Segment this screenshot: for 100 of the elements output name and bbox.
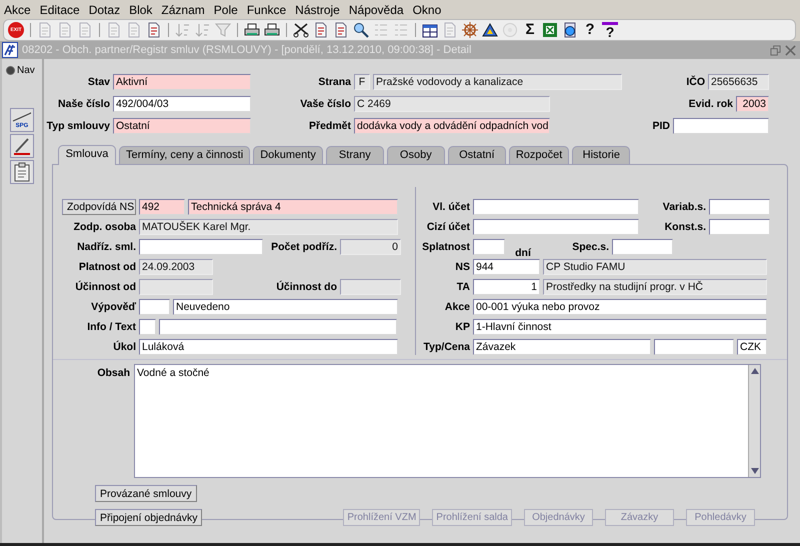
document-icon[interactable] bbox=[146, 22, 162, 38]
field-label: Spec.s. bbox=[571, 241, 609, 253]
input-field[interactable] bbox=[473, 219, 639, 235]
input-field[interactable]: 1-Hlavní činnost bbox=[473, 319, 767, 335]
scissors-icon[interactable] bbox=[293, 22, 309, 38]
text-area[interactable]: Vodné a stočné bbox=[134, 364, 761, 478]
menu-item[interactable]: Funkce bbox=[246, 2, 286, 16]
symbol-icon[interactable]: ? bbox=[582, 22, 598, 38]
globe-icon[interactable] bbox=[562, 22, 578, 38]
field-label: Účinnost od bbox=[74, 281, 136, 293]
field-label: Výpověď bbox=[90, 301, 136, 313]
menu-item[interactable]: Nápověda bbox=[348, 2, 404, 16]
input-field[interactable] bbox=[139, 239, 263, 255]
side-tool-button[interactable] bbox=[10, 160, 34, 184]
input-field[interactable]: MATOUŠEK Karel Mgr. bbox=[139, 219, 398, 235]
input-field[interactable] bbox=[139, 299, 170, 315]
search-icon[interactable] bbox=[353, 22, 369, 38]
input-field[interactable]: C 2469 bbox=[354, 96, 550, 112]
input-field[interactable]: Aktivní bbox=[113, 74, 251, 90]
tab[interactable]: Termíny, ceny a činnosti bbox=[119, 146, 250, 164]
input-field[interactable]: 0 bbox=[340, 239, 401, 255]
tab[interactable]: Rozpočet bbox=[508, 146, 570, 164]
tab[interactable]: Osoby bbox=[386, 146, 445, 164]
field-label: Splatnost bbox=[422, 241, 470, 253]
input-field[interactable] bbox=[473, 199, 639, 215]
menu-item[interactable]: Blok bbox=[129, 2, 152, 16]
triangle-icon[interactable] bbox=[482, 22, 498, 38]
menu-item[interactable]: Záznam bbox=[161, 2, 205, 16]
tab[interactable]: Historie bbox=[572, 146, 630, 164]
tab[interactable]: Ostatní bbox=[448, 146, 506, 164]
field-label: Úkol bbox=[112, 341, 136, 353]
scroll-down-icon[interactable] bbox=[750, 468, 758, 474]
input-field[interactable] bbox=[709, 219, 770, 235]
symbol-icon[interactable]: Σ bbox=[522, 22, 538, 38]
field-label: IČO bbox=[685, 76, 705, 88]
linked-contracts-button[interactable]: Provázané smlouvy bbox=[95, 485, 197, 502]
input-field[interactable]: Technická správa 4 bbox=[188, 199, 398, 215]
close-icon[interactable] bbox=[785, 44, 796, 56]
input-field[interactable]: 492/004/03 bbox=[113, 96, 251, 112]
side-tool-button[interactable] bbox=[10, 134, 34, 158]
menu-item[interactable]: Nástroje bbox=[295, 2, 340, 16]
wheel-icon[interactable] bbox=[462, 22, 478, 38]
input-field[interactable] bbox=[159, 319, 397, 335]
menu-item[interactable]: Dotaz bbox=[88, 2, 120, 16]
unit-label: dní bbox=[514, 247, 532, 259]
field-label: NS bbox=[454, 261, 470, 273]
input-field[interactable]: Luláková bbox=[139, 339, 398, 355]
input-field[interactable] bbox=[139, 279, 213, 295]
input-field[interactable] bbox=[654, 339, 734, 355]
input-field[interactable]: 25656635 bbox=[708, 74, 769, 90]
printer-icon[interactable] bbox=[264, 22, 280, 38]
tab[interactable]: Smlouva bbox=[58, 145, 116, 165]
radio-label: Nav bbox=[17, 65, 35, 76]
tab[interactable]: Dokumenty bbox=[253, 146, 323, 164]
input-field[interactable]: CP Studio FAMU bbox=[543, 259, 767, 275]
document-icon[interactable] bbox=[333, 22, 349, 38]
input-field[interactable] bbox=[709, 199, 770, 215]
input-field[interactable]: Pražské vodovody a kanalizace bbox=[373, 74, 622, 90]
input-field[interactable]: Závazek bbox=[473, 339, 651, 355]
tab[interactable]: Strany bbox=[326, 146, 384, 164]
input-field[interactable]: 2003 bbox=[736, 96, 769, 112]
input-field[interactable]: Prostředky na studijní progr. v HČ bbox=[543, 279, 767, 295]
input-field[interactable] bbox=[473, 239, 505, 255]
text-area-value: Vodné a stočné bbox=[136, 366, 210, 381]
scrollbar[interactable] bbox=[748, 365, 760, 477]
attach-orders-button[interactable]: Připojení objednávky bbox=[95, 509, 202, 526]
field-label: KP bbox=[454, 321, 470, 333]
menu-item[interactable]: Okno bbox=[412, 2, 442, 16]
document-icon[interactable] bbox=[313, 22, 329, 38]
input-field[interactable]: 944 bbox=[473, 259, 540, 275]
input-field[interactable]: dodávka vody a odvádění odpadních vod bbox=[354, 118, 550, 134]
input-field[interactable]: F bbox=[354, 74, 370, 90]
field-label: TA bbox=[456, 281, 470, 293]
menu-item[interactable]: Pole bbox=[214, 2, 238, 16]
input-field[interactable]: 00-001 výuka nebo provoz bbox=[473, 299, 767, 315]
menu-item[interactable]: Akce bbox=[4, 2, 31, 16]
input-field[interactable] bbox=[673, 118, 769, 134]
input-field[interactable]: 1 bbox=[473, 279, 540, 295]
input-field[interactable]: CZK bbox=[737, 339, 767, 355]
input-field[interactable]: 492 bbox=[139, 199, 185, 215]
zodpovida-button[interactable]: Zodpovídá NS bbox=[62, 199, 136, 215]
input-field[interactable]: Neuvedeno bbox=[173, 299, 398, 315]
scroll-up-icon[interactable] bbox=[750, 368, 758, 374]
field-label: Strana bbox=[317, 76, 351, 88]
field-label: Vaše číslo bbox=[299, 98, 351, 110]
printer-icon[interactable] bbox=[244, 22, 260, 38]
input-field[interactable] bbox=[340, 279, 401, 295]
field-label: Předmět bbox=[308, 120, 351, 132]
table-icon[interactable] bbox=[422, 22, 438, 38]
radio-button[interactable] bbox=[6, 66, 15, 75]
input-field[interactable] bbox=[612, 239, 673, 255]
input-field[interactable]: Ostatní bbox=[113, 118, 251, 134]
menu-item[interactable]: Editace bbox=[40, 2, 80, 16]
field-label: PID bbox=[651, 120, 670, 132]
input-field[interactable] bbox=[139, 319, 156, 335]
spreadsheet-icon[interactable] bbox=[542, 22, 558, 38]
input-field[interactable]: 24.09.2003 bbox=[139, 259, 213, 275]
field-label: Nadříz. sml. bbox=[76, 241, 136, 253]
restore-icon[interactable] bbox=[770, 44, 781, 56]
window-title: 08202 - Obch. partner/Registr smluv (RSMLOUVY) - [pondělí, 13.12.2010, 09:00:38] - Detail bbox=[22, 44, 472, 56]
